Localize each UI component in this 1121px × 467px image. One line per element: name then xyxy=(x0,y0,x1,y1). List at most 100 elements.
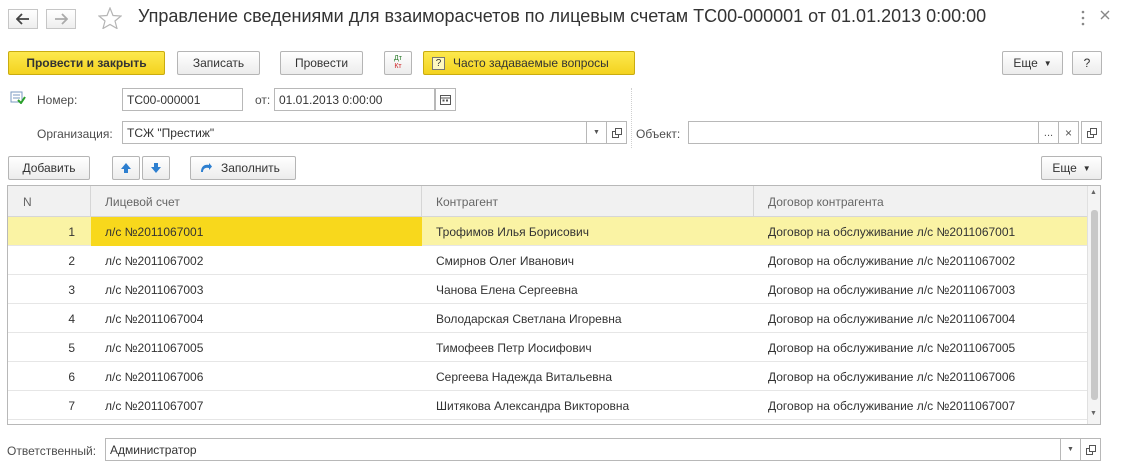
dropdown-arrow-icon: ▼ xyxy=(1067,446,1074,453)
cell-contractor[interactable]: Тимофеев Петр Иосифович xyxy=(422,333,754,362)
column-header-n[interactable]: N xyxy=(8,186,91,217)
cell-n[interactable]: 1 xyxy=(8,217,91,246)
cell-contractor[interactable]: Чанова Елена Сергеевна xyxy=(422,275,754,304)
dt-kt-button[interactable]: Дт Кт xyxy=(384,51,412,75)
dropdown-arrow-icon: ▼ xyxy=(1043,58,1052,68)
object-clear-button[interactable]: × xyxy=(1058,121,1079,144)
cell-n[interactable]: 2 xyxy=(8,246,91,275)
organization-dropdown-button[interactable]: ▼ xyxy=(586,121,607,144)
cell-contractor[interactable]: Шитякова Александра Викторовна xyxy=(422,391,754,420)
date-label: от: xyxy=(255,93,271,107)
open-icon xyxy=(611,127,622,138)
dropdown-arrow-icon: ▼ xyxy=(1082,163,1091,173)
cell-n[interactable]: 5 xyxy=(8,333,91,362)
fill-arrow-icon xyxy=(201,163,212,172)
column-header-account[interactable]: Лицевой счет xyxy=(91,186,422,217)
add-row-button[interactable]: Добавить xyxy=(8,156,90,180)
cell-contract[interactable]: Договор на обслуживание л/с №2011067002 xyxy=(754,246,1088,275)
date-field[interactable]: 01.01.2013 0:00:00 xyxy=(274,88,435,111)
cell-n[interactable]: 7 xyxy=(8,391,91,420)
open-icon xyxy=(1086,127,1097,138)
object-label: Объект: xyxy=(636,127,681,141)
table-more-button[interactable]: Еще ▼ xyxy=(1041,156,1102,180)
object-open-button[interactable] xyxy=(1081,121,1102,144)
object-select-button[interactable]: ... xyxy=(1038,121,1059,144)
cell-account[interactable]: л/с №2011067005 xyxy=(91,333,422,362)
cell-contractor[interactable]: Смирнов Олег Иванович xyxy=(422,246,754,275)
organization-label: Организация: xyxy=(37,127,113,141)
form-separator xyxy=(631,88,632,148)
arrow-down-icon xyxy=(151,163,161,173)
organization-field[interactable]: ТСЖ "Престиж" xyxy=(122,121,587,144)
scroll-up-icon[interactable]: ▲ xyxy=(1090,189,1097,196)
table-row[interactable]: 4 л/с №2011067004 Володарская Светлана Иго… xyxy=(8,304,1088,333)
table-header: N Лицевой счет Контрагент Договор контра… xyxy=(8,186,1088,217)
post-and-close-button[interactable]: Провести и закрыть xyxy=(8,51,165,75)
dt-label: Дт xyxy=(394,55,402,62)
arrow-up-icon xyxy=(121,163,131,173)
document-posted-icon xyxy=(10,90,26,107)
table-row[interactable]: 6 л/с №2011067006 Сергеева Надежда Виталье… xyxy=(8,362,1088,391)
fill-button[interactable]: Заполнить xyxy=(190,156,296,180)
table-row[interactable]: 5 л/с №2011067005 Тимофеев Петр Иосифович Д… xyxy=(8,333,1088,362)
number-field[interactable]: ТС00-000001 xyxy=(122,88,243,111)
calendar-button[interactable] xyxy=(435,88,456,111)
column-header-contract[interactable]: Договор контрагента xyxy=(754,186,1088,217)
faq-button[interactable]: ? Часто задаваемые вопросы xyxy=(423,51,635,75)
table-row[interactable]: 3 л/с №2011067003 Чанова Елена Сергеевна До… xyxy=(8,275,1088,304)
save-button[interactable]: Записать xyxy=(177,51,260,75)
favorite-star-icon[interactable] xyxy=(97,6,123,32)
page-title: Управление сведениями для взаиморасчетов… xyxy=(138,6,987,26)
move-up-button[interactable] xyxy=(112,156,140,180)
arrow-left-icon xyxy=(16,13,29,25)
more-label: Еще xyxy=(1013,56,1038,70)
cell-account[interactable]: л/с №2011067001 xyxy=(91,217,422,246)
dropdown-arrow-icon: ▼ xyxy=(593,129,600,136)
cell-contractor[interactable]: Володарская Светлана Игоревна xyxy=(422,304,754,333)
post-button[interactable]: Провести xyxy=(280,51,363,75)
scrollbar-thumb[interactable] xyxy=(1091,210,1098,400)
organization-open-button[interactable] xyxy=(606,121,627,144)
close-icon[interactable] xyxy=(1099,9,1111,24)
table-row[interactable]: 2 л/с №2011067002 Смирнов Олег Иванович Дог… xyxy=(8,246,1088,275)
table-row[interactable]: 7 л/с №2011067007 Шитякова Александра Викт… xyxy=(8,391,1088,420)
arrow-right-icon xyxy=(55,13,68,25)
column-header-contractor[interactable]: Контрагент xyxy=(422,186,754,217)
cell-contract[interactable]: Договор на обслуживание л/с №2011067004 xyxy=(754,304,1088,333)
question-icon: ? xyxy=(432,56,445,70)
fill-label: Заполнить xyxy=(221,161,280,175)
cell-n[interactable]: 4 xyxy=(8,304,91,333)
cell-contract[interactable]: Договор на обслуживание л/с №2011067006 xyxy=(754,362,1088,391)
more-vertical-icon[interactable] xyxy=(1081,10,1085,29)
cell-account[interactable]: л/с №2011067002 xyxy=(91,246,422,275)
move-down-button[interactable] xyxy=(142,156,170,180)
number-label: Номер: xyxy=(37,93,78,107)
cell-contractor[interactable]: Трофимов Илья Борисович xyxy=(422,217,754,246)
cell-contract[interactable]: Договор на обслуживание л/с №2011067003 xyxy=(754,275,1088,304)
cell-account[interactable]: л/с №2011067007 xyxy=(91,391,422,420)
scroll-down-icon[interactable]: ▼ xyxy=(1090,410,1097,417)
table-row[interactable]: 1 л/с №2011067001 Трофимов Илья Борисович Д… xyxy=(8,217,1088,246)
back-button[interactable] xyxy=(8,9,38,29)
cell-contract[interactable]: Договор на обслуживание л/с №2011067001 xyxy=(754,217,1088,246)
responsible-open-button[interactable] xyxy=(1080,438,1101,461)
faq-label: Часто задаваемые вопросы xyxy=(453,56,609,70)
responsible-dropdown-button[interactable]: ▼ xyxy=(1060,438,1081,461)
more-button[interactable]: Еще ▼ xyxy=(1002,51,1063,75)
cell-account[interactable]: л/с №2011067003 xyxy=(91,275,422,304)
forward-button[interactable] xyxy=(46,9,76,29)
accounts-table[interactable]: N Лицевой счет Контрагент Договор контра… xyxy=(7,185,1101,425)
cell-contract[interactable]: Договор на обслуживание л/с №2011067005 xyxy=(754,333,1088,362)
cell-contract[interactable]: Договор на обслуживание л/с №2011067007 xyxy=(754,391,1088,420)
responsible-field[interactable]: Администратор xyxy=(105,438,1061,461)
open-icon xyxy=(1085,444,1096,455)
cell-n[interactable]: 3 xyxy=(8,275,91,304)
cell-account[interactable]: л/с №2011067006 xyxy=(91,362,422,391)
table-scrollbar[interactable]: ▲ ▼ xyxy=(1087,186,1100,424)
responsible-label: Ответственный: xyxy=(7,444,97,458)
cell-contractor[interactable]: Сергеева Надежда Витальевна xyxy=(422,362,754,391)
cell-n[interactable]: 6 xyxy=(8,362,91,391)
object-field[interactable] xyxy=(688,121,1039,144)
help-button[interactable]: ? xyxy=(1072,51,1102,75)
cell-account[interactable]: л/с №2011067004 xyxy=(91,304,422,333)
